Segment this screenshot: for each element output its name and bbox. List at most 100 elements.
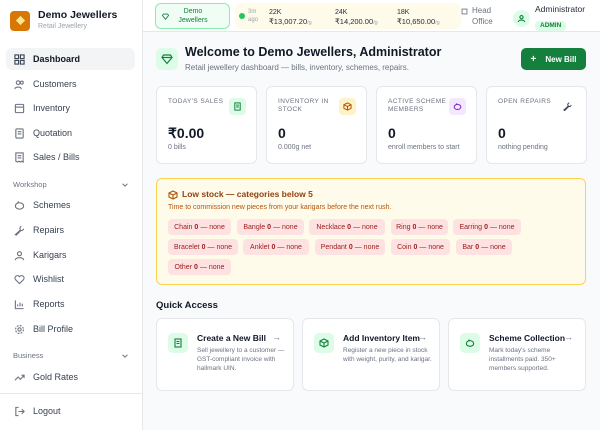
- rate-18k: 18K ₹10,650.00/g: [397, 9, 440, 26]
- quick-access-desc: Mark today's scheme installments paid. 3…: [489, 347, 556, 372]
- sidebar-item-label: Bill Profile: [33, 324, 74, 334]
- page-title: Welcome to Demo Jewellers, Administrator: [185, 45, 442, 59]
- sidebar-item-label: Inventory: [33, 103, 71, 113]
- gold-rate-strip[interactable]: 3m ago 22K ₹13,007.20/g 24K ₹14,200.00/g…: [235, 3, 461, 29]
- low-stock-chip-earring[interactable]: Earring 0— none: [453, 219, 521, 235]
- building-icon: [461, 8, 468, 15]
- heart-icon: [14, 274, 25, 285]
- dashboard-icon: [14, 53, 25, 65]
- store-selector[interactable]: Demo Jewellers: [155, 3, 230, 29]
- stat-note: nothing pending: [498, 144, 548, 151]
- sidebar-item-dashboard[interactable]: Dashboard: [6, 48, 135, 70]
- sidebar-item-label: Dashboard: [33, 54, 81, 64]
- section-workshop[interactable]: Workshop: [13, 180, 129, 189]
- sidebar-item-gold-rates[interactable]: Gold Rates: [6, 366, 135, 388]
- low-stock-chip-necklace[interactable]: Necklace 0— none: [309, 219, 385, 235]
- stat-note: 0.000g net: [278, 144, 312, 151]
- role-badge: ADMIN: [535, 21, 567, 31]
- quick-access-add-inventory[interactable]: Add Inventory Item → Register a new piec…: [302, 318, 440, 391]
- stat-card-inventory[interactable]: INVENTORY IN STOCK 0 0.000g net: [266, 86, 367, 164]
- low-stock-panel: Low stock — categories below 5 Time to c…: [156, 178, 586, 285]
- sidebar-item-schemes[interactable]: Schemes: [6, 194, 135, 216]
- stat-note: 0 bills: [168, 144, 186, 151]
- branch-name: Head Office: [472, 6, 493, 26]
- stat-value: ₹0.00: [168, 125, 205, 141]
- stat-card-scheme-members[interactable]: ACTIVE SCHEME MEMBERS 0 enroll members t…: [376, 86, 477, 164]
- stat-card-open-repairs[interactable]: OPEN REPAIRS 0 nothing pending: [486, 86, 587, 164]
- low-stock-title: Low stock — categories below 5: [182, 189, 313, 199]
- rate-22k: 22K ₹13,007.20/g: [269, 9, 312, 26]
- quick-access-desc: Register a new piece in stock with weigh…: [343, 347, 432, 363]
- quick-access-name: Create a New Bill: [197, 333, 266, 343]
- low-stock-chip-bracelet[interactable]: Bracelet 0— none: [168, 239, 238, 255]
- wrench-icon: [14, 225, 25, 236]
- top-bar: Demo Jewellers 3m ago 22K ₹13,007.20/g 2…: [143, 0, 600, 32]
- receipt-icon: [168, 333, 188, 353]
- store-name: Demo Jewellers: [178, 8, 208, 24]
- sidebar-item-customers[interactable]: Customers: [6, 73, 135, 95]
- sidebar-divider: [0, 393, 143, 394]
- sidebar-item-wishlist[interactable]: Wishlist: [6, 268, 135, 290]
- chart-icon: [14, 299, 25, 310]
- low-stock-chip-other[interactable]: Other 0— none: [168, 259, 231, 275]
- stat-card-todays-sales[interactable]: TODAY'S SALES ₹0.00 0 bills: [156, 86, 257, 164]
- user-group-icon: [14, 250, 25, 261]
- wrench-icon: [559, 98, 576, 115]
- section-business[interactable]: Business: [13, 351, 129, 360]
- stat-label: OPEN REPAIRS: [498, 98, 552, 105]
- new-bill-button[interactable]: + New Bill: [521, 48, 586, 70]
- low-stock-chip-pendant[interactable]: Pendant 0— none: [315, 239, 385, 255]
- stat-label: ACTIVE SCHEME MEMBERS: [388, 98, 447, 113]
- rate-24k: 24K ₹14,200.00/g: [335, 9, 378, 26]
- chevron-down-icon: [122, 182, 128, 187]
- low-stock-chip-ring[interactable]: Ring 0— none: [391, 219, 448, 235]
- sidebar-item-reports[interactable]: Reports: [6, 293, 135, 315]
- sidebar: Demo Jewellers Retail Jewellery Dashboar…: [0, 0, 143, 430]
- quick-access-scheme-collection[interactable]: Scheme Collection → Mark today's scheme …: [448, 318, 586, 391]
- sidebar-item-sales-bills[interactable]: Sales / Bills: [6, 146, 135, 168]
- document-icon: [14, 127, 25, 139]
- low-stock-chip-anklet[interactable]: Anklet 0— none: [243, 239, 309, 255]
- plus-icon: +: [530, 53, 537, 65]
- box-icon: [14, 103, 25, 114]
- sidebar-item-label: Schemes: [33, 200, 71, 210]
- user-menu[interactable]: Administrator ADMIN: [513, 4, 585, 32]
- avatar: [513, 9, 530, 27]
- live-status-dot: [239, 13, 245, 19]
- quick-access-name: Add Inventory Item: [343, 333, 420, 343]
- sidebar-item-repairs[interactable]: Repairs: [6, 219, 135, 241]
- gear-icon: [14, 324, 25, 335]
- sidebar-item-bill-profile[interactable]: Bill Profile: [6, 318, 135, 340]
- quick-access-desc: Sell jewellery to a customer — GST-compl…: [197, 347, 285, 372]
- sidebar-item-label: Sales / Bills: [33, 152, 80, 162]
- low-stock-chip-bangle[interactable]: Bangle 0— none: [237, 219, 304, 235]
- brand-name: Demo Jewellers: [38, 9, 118, 21]
- piggy-bank-icon: [14, 200, 25, 211]
- chevron-down-icon: [122, 353, 128, 358]
- stat-value: 0: [388, 125, 396, 141]
- receipt-icon: [14, 151, 25, 163]
- sidebar-item-inventory[interactable]: Inventory: [6, 97, 135, 119]
- quick-access-create-bill[interactable]: Create a New Bill → Sell jewellery to a …: [156, 318, 294, 391]
- logout-icon: [14, 406, 25, 417]
- quick-access-title: Quick Access: [156, 300, 218, 311]
- user-icon: [517, 14, 526, 22]
- sidebar-item-label: Karigars: [33, 250, 67, 260]
- arrow-right-icon: →: [418, 332, 427, 342]
- stat-label: INVENTORY IN STOCK: [278, 98, 329, 113]
- stat-value: 0: [498, 125, 506, 141]
- receipt-icon: [229, 98, 246, 115]
- sidebar-item-karigars[interactable]: Karigars: [6, 244, 135, 266]
- box-icon: [339, 98, 356, 115]
- branch-selector[interactable]: Head Office: [461, 5, 504, 27]
- sidebar-item-quotation[interactable]: Quotation: [6, 122, 135, 144]
- sidebar-item-label: Gold Rates: [33, 372, 79, 382]
- low-stock-chip-coin[interactable]: Coin 0— none: [391, 239, 450, 255]
- logout-button[interactable]: Logout: [6, 400, 135, 422]
- low-stock-chip-bar[interactable]: Bar 0— none: [456, 239, 512, 255]
- low-stock-chip-chain[interactable]: Chain 0— none: [168, 219, 231, 235]
- logout-label: Logout: [33, 406, 61, 416]
- brand[interactable]: Demo Jewellers Retail Jewellery: [10, 9, 117, 32]
- low-stock-subtitle: Time to commission new pieces from your …: [168, 204, 392, 211]
- box-icon: [314, 333, 334, 353]
